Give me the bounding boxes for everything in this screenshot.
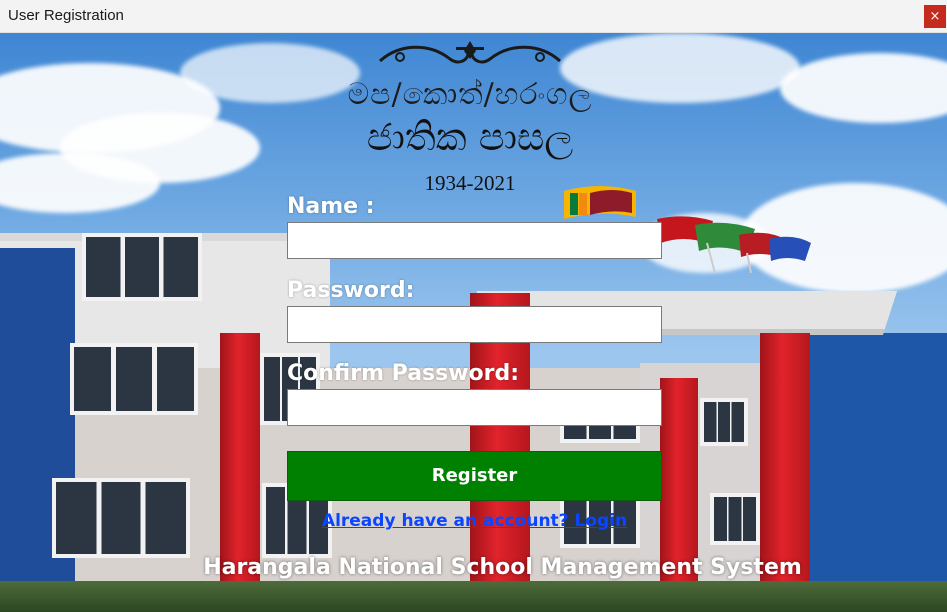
window-title: User Registration: [8, 7, 124, 24]
window-pane: [700, 398, 748, 446]
title-bar: User Registration ×: [0, 0, 947, 33]
system-title: Harangala National School Management Sys…: [203, 555, 802, 580]
window-pane: [82, 233, 202, 301]
red-pillar: [220, 333, 260, 583]
login-link[interactable]: Already have an account? Login: [287, 511, 662, 531]
school-motto-banner: මප/කොත්/හරංගල ජාතික පාසල 1934-2021: [280, 33, 660, 203]
register-button[interactable]: Register: [287, 451, 662, 501]
sri-lanka-flag-icon: [564, 186, 636, 219]
motto-line-1: මප/කොත්/හරංගල: [347, 77, 593, 112]
window-pane: [710, 493, 760, 545]
flags-icon: [657, 216, 811, 273]
motto-line-2: ජාතික පාසල: [366, 115, 574, 159]
close-button[interactable]: ×: [924, 5, 946, 28]
confirm-password-label: Confirm Password:: [287, 361, 520, 386]
registration-window: User Registration × මප/කොත්/හරංගල ජාතික …: [0, 0, 947, 612]
confirm-password-input[interactable]: [287, 389, 662, 426]
password-input[interactable]: [287, 306, 662, 343]
window-pane: [70, 343, 198, 415]
garden-ground: [0, 581, 947, 612]
ornament-icon: [378, 41, 562, 64]
window-pane: [52, 478, 190, 558]
red-pillar: [760, 333, 810, 583]
red-pillar: [660, 378, 698, 583]
name-label: Name :: [287, 194, 375, 219]
password-label: Password:: [287, 278, 415, 303]
name-input[interactable]: [287, 222, 662, 259]
cloud: [780, 53, 947, 123]
